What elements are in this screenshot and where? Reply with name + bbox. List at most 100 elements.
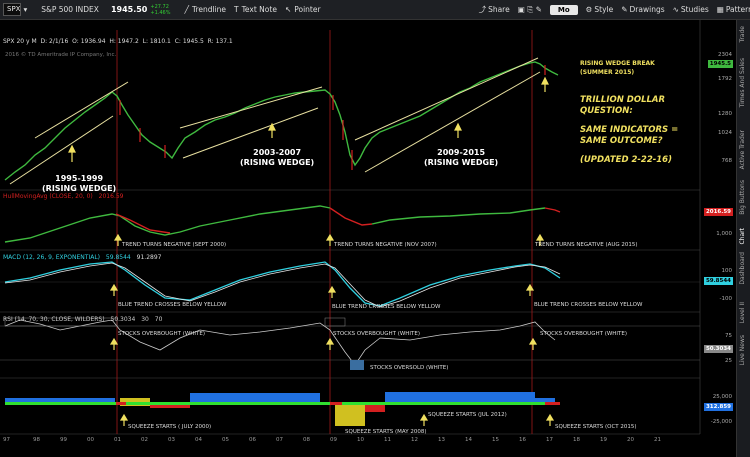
squeeze-dots-bar <box>5 402 560 405</box>
pointer-tool[interactable]: ↖ Pointer <box>285 5 321 14</box>
search-icon[interactable]: ▾ <box>23 5 27 14</box>
wedge-2007-desc: (RISING WEDGE) <box>240 158 315 167</box>
trendline-label: Trendline <box>191 5 227 14</box>
ttm-note-2008: SQUEEZE STARTS (MAY 2008) <box>345 429 427 435</box>
x-tick: 03 <box>168 437 175 443</box>
patterns-label: Patterns <box>725 5 750 14</box>
hull-value: 2016.59 <box>98 193 124 200</box>
top-toolbar: SPX ▾ S&P 500 INDEX 1945.50 +27.72 +1.46… <box>0 0 750 20</box>
rsi-study-label[interactable]: RSI (14, 70, 30, CLOSE, WILDERS) 50.3034… <box>3 316 162 323</box>
price-axis-0: 2304 <box>718 52 732 58</box>
drawings-button[interactable]: ✎ Drawings <box>621 5 664 14</box>
question-line-4: SAME OUTCOME? <box>580 136 663 146</box>
x-tick: 05 <box>222 437 229 443</box>
right-sidebar: Trade Times And Sales Active Trader Big … <box>736 20 750 457</box>
rsi-overbought-zone-2 <box>324 317 346 327</box>
price-change: +27.72 +1.46% <box>150 4 170 16</box>
wedge-label-1999: 1995-1999 (RISING WEDGE) <box>42 174 116 194</box>
share-label: Share <box>488 5 510 14</box>
squeeze-red-dots-2 <box>330 402 342 405</box>
x-tick: 00 <box>87 437 94 443</box>
textnote-tool[interactable]: T Text Note <box>234 5 277 14</box>
sidebar-tab-trade[interactable]: Trade <box>739 26 746 42</box>
x-tick: 16 <box>519 437 526 443</box>
macd-study-label[interactable]: MACD (12, 26, 9, EXPONENTIAL) 59.8544 91… <box>3 254 161 261</box>
textnote-icon: T <box>234 5 239 14</box>
question-text: TRILLION DOLLAR QUESTION: SAME INDICATOR… <box>580 95 678 166</box>
x-tick: 01 <box>114 437 121 443</box>
sidebar-tab-level-ii[interactable]: Level II <box>739 302 746 323</box>
style-button[interactable]: ⚙ Style <box>586 5 614 14</box>
change-pct: +1.46% <box>150 9 171 16</box>
macd-axis-top: 100 <box>721 268 733 274</box>
style-icon: ⚙ <box>585 5 593 14</box>
sidebar-tab-dashboard[interactable]: Dashboard <box>739 252 746 285</box>
hull-label: HullMovingAvg (CLOSE, 20, 0) <box>3 193 93 200</box>
hull-study-label[interactable]: HullMovingAvg (CLOSE, 20, 0) 2016.59 <box>3 193 123 200</box>
pointer-icon: ↖ <box>284 5 292 14</box>
pointer-label: Pointer <box>294 5 321 14</box>
wedge-2015-desc: (RISING WEDGE) <box>424 158 499 167</box>
price-axis-2: 1280 <box>718 111 732 117</box>
rsi-note-ob-2007: STOCKS OVERBOUGHT (WHITE) <box>333 331 421 337</box>
hull-ma-line <box>4 205 331 243</box>
rsi-note-os-2008: STOCKS OVERSOLD (WHITE) <box>370 365 449 371</box>
hull-note-2000: TREND TURNS NEGATIVE (SEPT 2000) <box>122 242 227 248</box>
x-tick: 02 <box>141 437 148 443</box>
ttm-note-2000: SQUEEZE STARTS ( JULY 2000) <box>128 424 212 430</box>
x-tick: 13 <box>438 437 445 443</box>
share-icon: ⤴ <box>478 5 487 14</box>
squeeze-red-dots-3 <box>545 402 560 405</box>
patterns-icon: ▦ <box>716 5 724 14</box>
symbol-input[interactable]: SPX <box>3 3 22 16</box>
wedge-2015-years: 2009-2015 <box>437 148 486 157</box>
price-axis-1: 1792 <box>718 76 732 82</box>
share-button[interactable]: ⤴ Share <box>479 4 510 15</box>
x-tick: 14 <box>465 437 472 443</box>
rsi-oversold-zone <box>350 360 364 370</box>
question-line-2 <box>580 117 678 125</box>
x-tick: 99 <box>60 437 67 443</box>
hull-ma-red-1 <box>115 213 171 234</box>
sidebar-tab-live-news[interactable]: Live News <box>739 335 746 365</box>
sidebar-tab-times-and-sales[interactable]: Times And Sales <box>739 58 746 107</box>
hull-note-2007: TREND TURNS NEGATIVE (NOV 2007) <box>334 242 437 248</box>
studies-button[interactable]: ∿ Studies <box>673 5 709 14</box>
sidebar-tab-big-buttons[interactable]: Big Buttons <box>739 180 746 215</box>
macd-value2: 91.2897 <box>136 254 162 261</box>
drawings-label: Drawings <box>629 5 665 14</box>
hull-ma-line-2 <box>371 207 546 225</box>
x-tick: 10 <box>357 437 364 443</box>
macd-label: MACD (12, 26, 9, EXPONENTIAL) <box>3 254 100 261</box>
x-tick: 07 <box>276 437 283 443</box>
x-tick: 15 <box>492 437 499 443</box>
question-line-3: SAME INDICATORS = <box>580 125 679 135</box>
question-line-6: (UPDATED 2-22-16) <box>580 155 672 165</box>
sidebar-tab-chart[interactable]: Chart <box>739 228 746 245</box>
ttm-value-badge: 312.859 <box>703 403 733 411</box>
timeframe-button[interactable]: Mo <box>549 4 578 15</box>
ttm-note-2015: SQUEEZE STARTS (OCT 2015) <box>555 424 637 430</box>
macd-line <box>4 261 561 307</box>
window-icons[interactable]: ▣ ⎘ ✎ <box>518 5 542 15</box>
price-axis-3: 1024 <box>718 130 732 136</box>
ttm-axis-bottom: -25,000 <box>710 419 732 425</box>
hull-ma-red-2 <box>329 207 373 226</box>
patterns-button[interactable]: ▦ Patterns <box>717 5 750 14</box>
trendline-tool[interactable]: ╱ Trendline <box>184 5 226 14</box>
wedge-1999-years: 1995-1999 <box>55 174 104 183</box>
rsi-value-badge: 50.3034 <box>703 345 733 353</box>
x-tick: 97 <box>3 437 10 443</box>
x-tick: 12 <box>411 437 418 443</box>
ttm-note-2012: SQUEEZE STARTS (JUL 2012) <box>428 412 507 418</box>
x-tick: 09 <box>330 437 337 443</box>
rsi-axis-25: 25 <box>725 358 732 364</box>
macd-axis-bottom: -100 <box>719 296 732 302</box>
chart-canvas[interactable] <box>0 20 736 437</box>
rsi-line <box>4 319 556 366</box>
hull-ma-red-3 <box>544 207 561 213</box>
sidebar-tab-active-trader[interactable]: Active Trader <box>739 130 746 169</box>
textnote-label: Text Note <box>241 5 277 14</box>
x-tick: 06 <box>249 437 256 443</box>
symbol-name: S&P 500 INDEX <box>41 5 99 14</box>
